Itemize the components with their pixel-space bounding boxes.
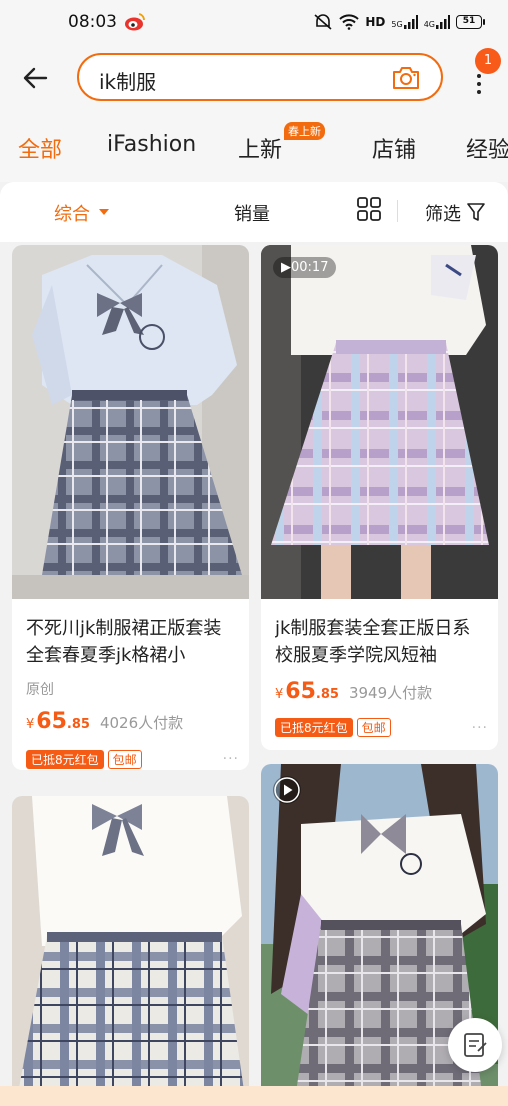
product-image[interactable] (12, 796, 249, 1106)
category-tabs: 全部 iFashion 上新 春上新 店铺 经验 (0, 110, 508, 182)
tab-new[interactable]: 上新 (238, 132, 282, 164)
wifi-icon (339, 14, 360, 30)
search-query: ik制服 (99, 70, 157, 94)
product-title[interactable]: 不死川jk制服裙正版套装全套春夏季jk格裙小 (26, 615, 238, 669)
promo-banner-edge[interactable] (0, 1086, 508, 1106)
sales-count: 3949人付款 (348, 684, 433, 702)
weibo-icon (125, 13, 145, 31)
free-shipping-tag: 包邮 (107, 750, 142, 769)
tab-shops[interactable]: 店铺 (372, 132, 416, 164)
product-card[interactable]: 不死川jk制服裙正版套装全套春夏季jk格裙小 原创 ¥ 65 .85 4026人… (12, 245, 249, 770)
price-row: ¥ 65 .85 3949人付款 (275, 679, 432, 704)
notification-badge: 1 (475, 48, 501, 74)
grid-view-icon[interactable] (357, 197, 381, 221)
status-bar: 08:03 HD 5G 4G 51 (0, 0, 508, 44)
free-shipping-tag: 包邮 (356, 718, 391, 737)
tab-experience[interactable]: 经验 (466, 132, 508, 164)
signal-4g: 4G (424, 15, 450, 29)
product-card[interactable]: ▶00:17 jk制服套装全套正版日系校服夏季学院风短袖 ¥ 65 .85 39… (261, 245, 498, 750)
battery-icon: 51 (456, 15, 485, 29)
product-feed: 不死川jk制服裙正版套装全套春夏季jk格裙小 原创 ¥ 65 .85 4026人… (0, 242, 508, 1106)
price-integer: 65 (285, 679, 316, 704)
filter-button[interactable]: 筛选 (425, 200, 461, 226)
price-integer: 65 (36, 709, 67, 734)
product-title[interactable]: jk制服套装全套正版日系校服夏季学院风短袖 (275, 615, 487, 669)
tag-row: 已抵8元红包 包邮 (275, 718, 391, 737)
edit-note-icon (464, 1033, 487, 1057)
search-header: ik制服 (0, 44, 508, 110)
tab-all[interactable]: 全部 (18, 132, 62, 164)
divider (397, 200, 398, 222)
sort-dropdown[interactable]: 综合 (54, 200, 90, 226)
sort-by-sales[interactable]: 销量 (234, 200, 270, 226)
price-row: ¥ 65 .85 4026人付款 (26, 709, 183, 734)
tag-row: 已抵8元红包 包邮 (26, 750, 142, 769)
product-image[interactable] (261, 245, 498, 599)
play-video-button[interactable] (273, 776, 301, 804)
status-icons: HD 5G 4G 51 (313, 11, 485, 33)
price-decimal: .85 (315, 687, 339, 702)
card-more-button[interactable]: ··· (472, 720, 488, 736)
coupon-tag: 已抵8元红包 (26, 750, 104, 769)
currency-symbol: ¥ (275, 687, 284, 702)
funnel-icon[interactable] (467, 202, 485, 222)
mute-icon (314, 14, 332, 30)
tab-new-badge: 春上新 (284, 122, 325, 140)
price-decimal: .85 (66, 717, 90, 732)
camera-icon[interactable] (391, 65, 421, 91)
video-duration-badge: ▶00:17 (273, 257, 337, 278)
hd-label: HD (365, 15, 386, 29)
card-more-button[interactable]: ··· (223, 751, 239, 767)
back-icon[interactable] (20, 62, 52, 94)
brand-label: 原创 (26, 682, 54, 698)
product-image[interactable] (12, 245, 249, 599)
currency-symbol: ¥ (26, 717, 35, 732)
status-time: 08:03 (68, 12, 117, 32)
tab-ifashion[interactable]: iFashion (107, 132, 196, 157)
search-input[interactable]: ik制服 (77, 53, 443, 101)
caret-down-icon (99, 209, 109, 215)
coupon-tag: 已抵8元红包 (275, 718, 353, 737)
filter-bar: 综合 销量 筛选 (0, 182, 508, 242)
play-icon: ▶ (281, 260, 291, 275)
feedback-button[interactable] (448, 1018, 502, 1072)
signal-5g: 5G (391, 15, 418, 29)
product-card[interactable] (12, 796, 249, 1106)
sales-count: 4026人付款 (99, 714, 184, 732)
